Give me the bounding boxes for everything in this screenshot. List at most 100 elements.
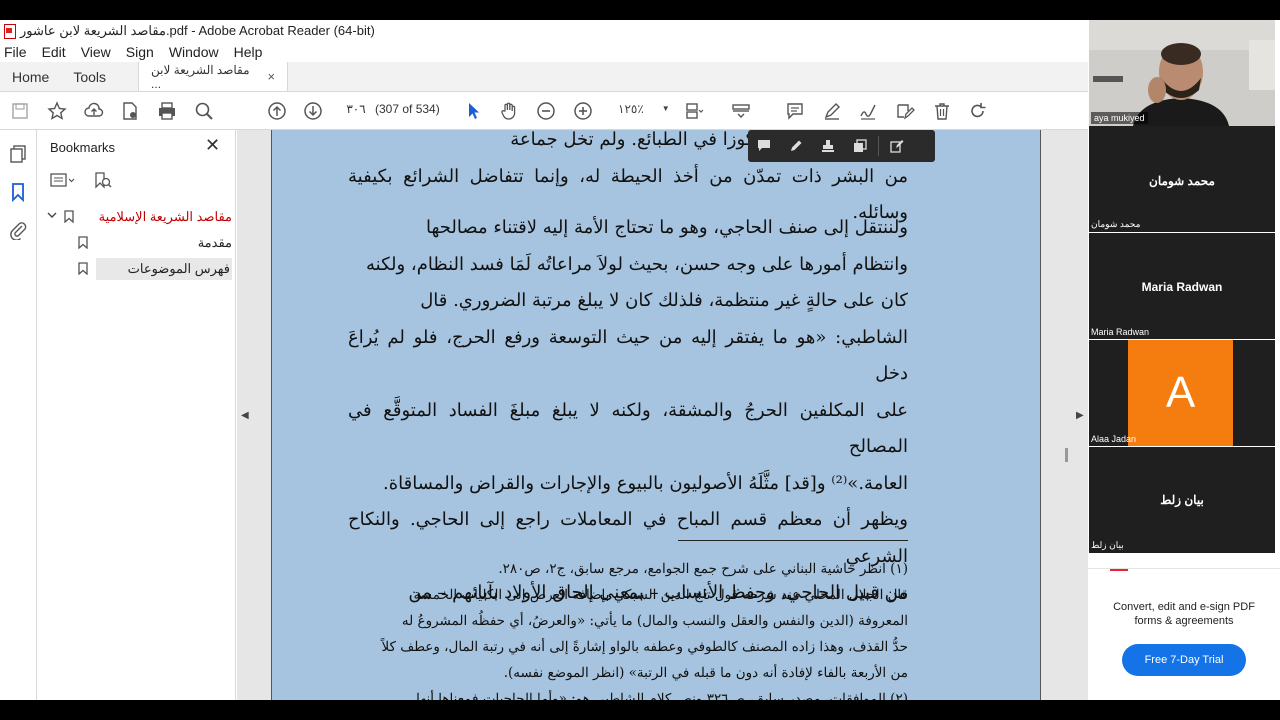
promo-accent bbox=[1110, 569, 1128, 571]
comment-icon[interactable] bbox=[784, 100, 806, 122]
upload-cloud-icon[interactable] bbox=[83, 100, 105, 122]
participant-tile[interactable]: aya mukiyed bbox=[1089, 20, 1275, 126]
bookmark-item-root[interactable]: مقاصد الشريعة الإسلامية bbox=[44, 206, 232, 228]
zoom-in-icon[interactable] bbox=[572, 100, 594, 122]
collapse-left-icon[interactable]: ◀ bbox=[241, 410, 249, 421]
tab-close-icon[interactable]: × bbox=[267, 69, 275, 84]
pen-icon[interactable] bbox=[780, 130, 812, 162]
menu-help[interactable]: Help bbox=[234, 44, 263, 60]
participant-tile[interactable]: محمد شومان محمد شومان bbox=[1089, 126, 1275, 232]
text-line: العامة.»⁽²⁾ و[قد] مثَّلَهُ الأصوليون بال… bbox=[383, 472, 908, 494]
scrollbar-thumb[interactable] bbox=[1065, 448, 1068, 462]
close-icon[interactable]: ✕ bbox=[205, 135, 220, 156]
participant-tile[interactable]: Maria Radwan Maria Radwan bbox=[1089, 233, 1275, 339]
edit-pdf-icon[interactable] bbox=[881, 130, 913, 162]
page-number-input[interactable]: ٣٠٦ bbox=[345, 102, 367, 116]
sign-icon[interactable] bbox=[857, 100, 879, 122]
screen: مقاصد الشريعة لابن عاشور.pdf - Adobe Acr… bbox=[0, 0, 1280, 720]
bookmarks-panel: Bookmarks ✕ مقاصد الشريعة الإسلامية مقدم… bbox=[38, 130, 236, 700]
text-line: كان على حالةٍ غير منتظمة، فلذلك كان لا ي… bbox=[420, 290, 908, 311]
window-title: مقاصد الشريعة لابن عاشور.pdf - Adobe Acr… bbox=[20, 23, 375, 38]
pdf-file-icon bbox=[4, 24, 16, 39]
navigation-rail bbox=[0, 130, 37, 700]
participant-video bbox=[1089, 20, 1275, 126]
stamp-icon[interactable] bbox=[812, 130, 844, 162]
title-bar: مقاصد الشريعة لابن عاشور.pdf - Adobe Acr… bbox=[0, 20, 1088, 42]
text-line: الشاطبي: «هو ما يفتقر إليه من حيث التوسع… bbox=[348, 326, 908, 385]
redo-rotate-icon[interactable] bbox=[967, 100, 989, 122]
previous-page-icon[interactable] bbox=[266, 100, 288, 122]
menu-file[interactable]: File bbox=[4, 44, 27, 60]
main-toolbar: ٣٠٦ (307 of 534) ١٢٥٪ ▼ bbox=[0, 92, 1088, 130]
participant-name: محمد شومان bbox=[1149, 174, 1215, 188]
participant-avatar: A bbox=[1128, 340, 1233, 446]
participant-tile[interactable]: بيان زلط بيان زلط bbox=[1089, 447, 1275, 553]
bookmarks-panel-icon[interactable] bbox=[8, 182, 28, 203]
participant-name: Maria Radwan bbox=[1141, 280, 1223, 294]
participant-name: aya mukiyed bbox=[1091, 112, 1148, 124]
zoom-out-icon[interactable] bbox=[535, 100, 557, 122]
tab-tools[interactable]: Tools bbox=[61, 62, 118, 91]
text-line: وانتظام أمورها على وجه حسن، بحيث لولاَ م… bbox=[366, 253, 908, 275]
tab-document[interactable]: مقاصد الشريعة لابن ... × bbox=[138, 62, 289, 91]
participant-caption: Maria Radwan bbox=[1091, 327, 1150, 337]
zoom-search-icon[interactable] bbox=[193, 100, 215, 122]
bookmark-star-icon[interactable] bbox=[46, 100, 68, 122]
participant-name: بيان زلط bbox=[1160, 493, 1204, 507]
bookmark-icon bbox=[78, 236, 88, 250]
bookmarks-header: Bookmarks bbox=[50, 140, 116, 155]
participant-caption: بيان زلط bbox=[1091, 540, 1124, 550]
footnote-line: (٢) الموافقات، مصدر سابق، ص٣٢٦ ونص كلام … bbox=[416, 691, 908, 700]
attachments-icon[interactable] bbox=[8, 220, 28, 241]
next-page-icon[interactable] bbox=[302, 100, 324, 122]
scroll-mode-icon[interactable] bbox=[730, 100, 752, 122]
page-layout-icon[interactable] bbox=[683, 100, 705, 122]
file-protect-icon[interactable] bbox=[119, 100, 141, 122]
video-participants-panel: aya mukiyed محمد شومان محمد شومان Maria … bbox=[1088, 20, 1280, 700]
document-viewport[interactable]: ◀ ▶ منذ القدم، فأصبح مركوزا في الطبائع. … bbox=[237, 130, 1088, 700]
chevron-down-icon[interactable] bbox=[46, 209, 58, 224]
expand-right-icon[interactable]: ▶ bbox=[1076, 410, 1084, 421]
promo-panel: Convert, edit and e-sign PDF forms & agr… bbox=[1088, 568, 1280, 700]
participant-name: Alaa Jadan bbox=[1091, 434, 1137, 444]
bookmark-icon bbox=[78, 262, 88, 276]
zoom-value: ١٢٥٪ bbox=[618, 102, 644, 116]
hand-tool-icon[interactable] bbox=[498, 100, 520, 122]
menu-sign[interactable]: Sign bbox=[126, 44, 154, 60]
page-indicator: ٣٠٦ (307 of 534) bbox=[345, 102, 440, 116]
footnotes: (١) انظر حاشية البناني على شرح جمع الجوا… bbox=[348, 556, 908, 700]
bookmark-item-index[interactable]: فهرس الموضوعات bbox=[72, 258, 232, 280]
menu-edit[interactable]: Edit bbox=[42, 44, 66, 60]
bookmark-search-icon[interactable] bbox=[94, 172, 112, 193]
participant-caption: محمد شومان bbox=[1091, 219, 1141, 229]
bookmark-options-icon[interactable] bbox=[50, 172, 76, 193]
delete-icon[interactable] bbox=[931, 100, 953, 122]
copy-icon[interactable] bbox=[844, 130, 876, 162]
quick-actions-toolbar bbox=[748, 130, 935, 162]
bookmark-label: مقاصد الشريعة الإسلامية bbox=[98, 209, 232, 224]
participant-tile[interactable]: A Alaa Jadan bbox=[1089, 340, 1275, 446]
page-count: (307 of 534) bbox=[375, 102, 440, 116]
tab-home[interactable]: Home bbox=[0, 62, 61, 91]
bookmark-item-intro[interactable]: مقدمة bbox=[72, 232, 232, 254]
text-line: ولننتقل إلى صنف الحاجي، وهو ما تحتاج الأ… bbox=[426, 217, 908, 238]
menu-window[interactable]: Window bbox=[169, 44, 219, 60]
free-trial-button[interactable]: Free 7-Day Trial bbox=[1122, 644, 1246, 676]
footnote-line: حدُّ القذف، وهذا زاده المصنف كالطوفي وعط… bbox=[381, 639, 908, 655]
page-paragraph: ولننتقل إلى صنف الحاجي، وهو ما تحتاج الأ… bbox=[348, 210, 908, 612]
save-icon[interactable] bbox=[9, 100, 31, 122]
print-icon[interactable] bbox=[156, 100, 178, 122]
zoom-dropdown[interactable]: ١٢٥٪ ▼ bbox=[618, 102, 670, 116]
highlight-pen-icon[interactable] bbox=[821, 100, 843, 122]
tab-document-label: مقاصد الشريعة لابن ... bbox=[151, 62, 250, 91]
bookmarks-tools bbox=[50, 172, 112, 193]
promo-text: Convert, edit and e-sign PDF forms & agr… bbox=[1113, 601, 1255, 627]
fill-sign-icon[interactable] bbox=[894, 100, 916, 122]
bookmark-label: مقدمة bbox=[197, 235, 232, 250]
page-thumbnails-icon[interactable] bbox=[8, 144, 28, 164]
menu-view[interactable]: View bbox=[81, 44, 111, 60]
footnote-line: (١) انظر حاشية البناني على شرح جمع الجوا… bbox=[498, 561, 908, 577]
select-cursor-icon[interactable] bbox=[462, 100, 484, 122]
toolbar-separator bbox=[878, 136, 879, 156]
add-comment-icon[interactable] bbox=[748, 130, 780, 162]
